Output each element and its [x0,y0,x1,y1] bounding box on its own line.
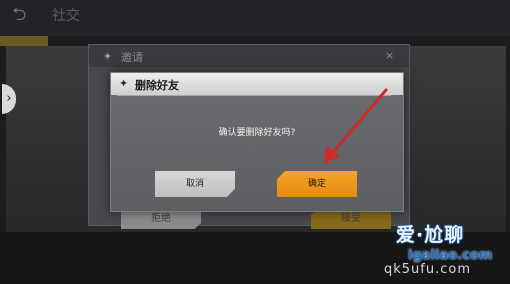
close-icon[interactable]: × [385,49,394,62]
back-arrow-icon[interactable]: ⮌ [12,4,36,26]
cancel-button[interactable]: 取消 [155,171,235,197]
invite-dialog-title: 邀请 [121,51,143,64]
site-watermark: 爱·尬聊 igaliao.com qk5ufu.com [356,218,506,280]
delete-dialog-header: ✦ 删除好友 [111,73,403,95]
top-bar: ⮌ 社交 [0,0,510,36]
game-emblem-icon: ✦ [119,77,129,90]
page-title: 社交 [52,8,80,24]
delete-friend-dialog: ✦ 删除好友 确认要删除好友吗? 取消 确定 [110,72,404,212]
watermark-line3: qk5ufu.com [384,262,472,277]
watermark-line1: 爱·尬聊 [396,224,465,246]
tab-indicator [0,36,48,46]
invite-dialog-header: ✦ 邀请 × [89,45,409,67]
game-emblem-icon: ✦ [103,50,113,63]
watermark-line2: igaliao.com [408,248,493,263]
header-divider [117,95,391,96]
confirm-button[interactable]: 确定 [277,171,357,197]
reject-button[interactable]: 拒绝 [121,209,201,229]
confirm-message: 确认要删除好友吗? [218,128,296,138]
delete-dialog-title: 删除好友 [135,79,179,92]
